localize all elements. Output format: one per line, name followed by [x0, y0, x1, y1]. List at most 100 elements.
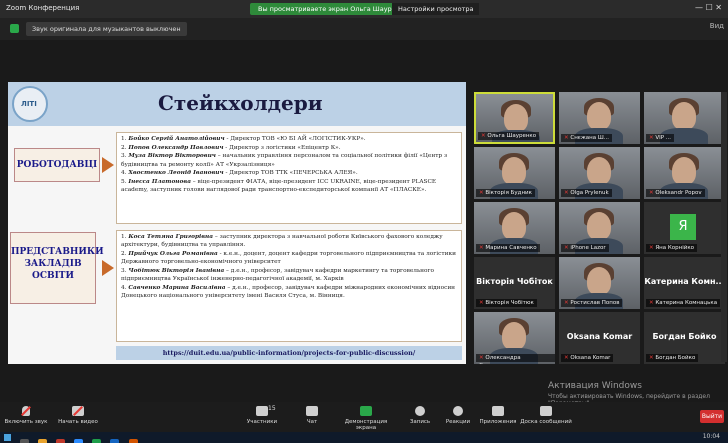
participants-label: Участники	[246, 419, 278, 425]
participant-video-face	[672, 102, 696, 130]
participant-name: Вікторія Чобітюк	[485, 300, 534, 306]
university-logo: ЛІТІ	[12, 86, 48, 122]
apps-label: Приложения	[479, 419, 517, 425]
shield-icon	[10, 24, 19, 33]
participant-name-tag: ✕ Olga Prylenuk	[561, 189, 612, 197]
participant-video-face	[587, 102, 611, 130]
participant-tile[interactable]: ✕ Ростислав Попов	[559, 257, 640, 309]
share-screen-icon	[360, 406, 372, 416]
participant-tile[interactable]: ✕ Снєжана Ш...	[559, 92, 640, 144]
windows-taskbar: 10:04	[0, 432, 728, 443]
employers-label: РОБОТОДАВЦІ	[14, 148, 100, 182]
app-icon[interactable]	[56, 439, 66, 443]
participants-button[interactable]: Участники	[240, 406, 284, 425]
participant-name-tag: ✕ Богдан Бойко	[646, 354, 699, 362]
windows-start-icon[interactable]	[4, 434, 11, 441]
participant-tile[interactable]: ✕ VIP ...	[644, 92, 725, 144]
participant-name: Oleksandr Popov	[655, 190, 702, 196]
person-name: Інесса Платонова	[128, 179, 191, 186]
share-screen-button[interactable]: Демонстрация экрана	[336, 406, 396, 431]
participants-count: 15	[268, 405, 276, 412]
item-number: 2.	[121, 250, 127, 257]
unmute-label: Включить звук	[4, 419, 48, 425]
arrow-right-icon	[102, 260, 114, 276]
participant-name-tag: ✕ Катерина Комнацька	[646, 299, 721, 307]
logo-text: ЛІТІ	[21, 100, 37, 108]
person-role: - Директор ТОВ «Ю БІ АЙ «ЛОГІСТИК-УКР».	[224, 136, 366, 142]
participant-tile[interactable]: Oksana Komar ✕ Oksana Komar	[559, 312, 640, 364]
participants-icon	[256, 406, 268, 416]
participant-tile[interactable]: ✕ Olga Prylenuk	[559, 147, 640, 199]
participant-name: Вікторія Будник	[485, 190, 532, 196]
search-icon[interactable]	[20, 439, 29, 443]
audio-notice[interactable]: Звук оригинала для музыкантов выключен	[26, 22, 187, 36]
participant-name-tag: ✕ Oksana Komar	[561, 354, 614, 362]
participant-name-tag: ✕ Яна Корнійко	[646, 244, 698, 252]
participant-name-tag: ✕ Вікторія Будник	[476, 189, 535, 197]
participant-tile[interactable]: ✕ Oleksandr Popov	[644, 147, 725, 199]
participant-name: Яна Корнійко	[655, 245, 695, 251]
person-role: - Директор з логістики «Епіцентр К».	[223, 144, 341, 151]
person-name: Муза Віктор Вікторович	[128, 153, 216, 160]
education-label-line: ОСВІТИ	[31, 271, 75, 281]
participant-video-face	[502, 322, 526, 350]
whiteboard-icon	[540, 406, 552, 416]
meeting-toolbar: Включить звук Начать видео Участники 15 …	[0, 402, 728, 432]
gallery-scrollbar[interactable]	[721, 92, 727, 362]
apps-icon	[492, 406, 504, 416]
view-label[interactable]: Вид	[710, 22, 724, 30]
participant-name: Oksana Komar	[570, 355, 611, 361]
participant-tile[interactable]: Богдан Бойко ✕ Богдан Бойко	[644, 312, 725, 364]
list-item: 4. Савченко Марина Василівна – д.е.н., п…	[121, 284, 457, 300]
participant-tile[interactable]: ✕ Олександра Скоровська	[474, 312, 555, 364]
item-number: 1.	[121, 136, 127, 142]
smiley-icon	[453, 406, 463, 416]
app-icon[interactable]	[92, 439, 102, 443]
unmute-button[interactable]: Включить звук	[4, 406, 48, 425]
list-item: 1. Коса Тетяна Григорівна – заступник ди…	[121, 233, 457, 249]
slide-title: Стейкхолдери	[158, 91, 323, 115]
leave-meeting-button[interactable]: Выйти	[700, 410, 724, 423]
zoom-icon[interactable]	[74, 439, 84, 443]
word-icon[interactable]	[110, 439, 120, 443]
participant-tile[interactable]: ✕ Ольга Шауренко	[474, 92, 555, 144]
item-number: 3.	[121, 267, 127, 274]
participant-video-face	[587, 267, 611, 295]
participant-video-face	[502, 157, 526, 185]
view-options-button[interactable]: Настройки просмотра	[392, 3, 480, 15]
participant-name-tag: ✕ VIP ...	[646, 134, 675, 142]
participant-name-tag: ✕ Олександра Скоровська	[476, 354, 555, 364]
list-item: 2. Попов Олександр Павлович - Директор з…	[121, 144, 457, 152]
start-video-label: Начать видео	[58, 419, 98, 425]
whiteboard-button[interactable]: Доска сообщений	[518, 406, 574, 425]
folder-icon[interactable]	[38, 439, 48, 443]
education-label-line: ПРЕДСТАВНИКИ	[11, 247, 104, 257]
powerpoint-icon[interactable]	[128, 439, 138, 443]
person-name: Бойко Сергій Анатолійович	[128, 136, 225, 142]
item-number: 4.	[121, 170, 127, 177]
notification-bar: Звук оригинала для музыкантов выключен В…	[0, 18, 728, 40]
window-controls[interactable]: — ☐ ✕	[695, 3, 722, 12]
participant-name: Снєжана Ш...	[570, 135, 609, 141]
reactions-button[interactable]: Реакции	[436, 406, 480, 425]
participant-name: Марина Савченко	[485, 245, 537, 251]
start-video-button[interactable]: Начать видео	[56, 406, 100, 425]
participant-tile[interactable]: ✕ Вікторія Будник	[474, 147, 555, 199]
participant-name-tag: ✕ iPhone Lazor	[561, 244, 609, 252]
apps-button[interactable]: Приложения	[476, 406, 520, 425]
participant-tile[interactable]: Вікторія Чобіток ✕ Вікторія Чобітюк	[474, 257, 555, 309]
clock: 10:04	[702, 433, 720, 440]
window-titlebar: Zoom Конференция Вы просматриваете экран…	[0, 0, 728, 18]
participant-video-face	[502, 212, 526, 240]
participant-name: Olga Prylenuk	[570, 190, 609, 196]
list-item: 5. Інесса Платонова – віце-президент ФІА…	[121, 178, 457, 194]
participant-name-tag: ✕ Ростислав Попов	[561, 299, 623, 307]
participant-tile[interactable]: ✕ Марина Савченко	[474, 202, 555, 254]
participant-tile[interactable]: Катерина Комн... ✕ Катерина Комнацька	[644, 257, 725, 309]
item-number: 5.	[121, 179, 127, 186]
chat-button[interactable]: Чат	[290, 406, 334, 425]
share-screen-label: Демонстрация экрана	[344, 419, 388, 431]
participant-tile[interactable]: Я ✕ Яна Корнійко	[644, 202, 725, 254]
screen-share-notice: Вы просматриваете экран Ольга Шауренко	[250, 3, 416, 15]
participant-tile[interactable]: ✕ iPhone Lazor	[559, 202, 640, 254]
